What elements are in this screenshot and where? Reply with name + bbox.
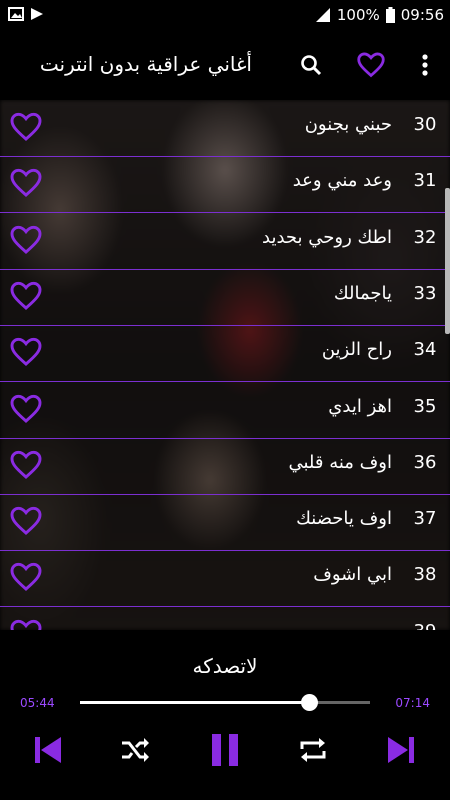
seek-progress [80, 701, 310, 704]
song-title: اوف ياحضنك [296, 508, 392, 529]
signal-icon [315, 8, 330, 22]
song-number: 32 [413, 227, 437, 248]
favorite-heart-icon[interactable] [10, 506, 42, 536]
shuffle-icon [122, 738, 149, 762]
list-scrollbar[interactable] [445, 188, 450, 334]
song-row[interactable]: ابي اشوف 38 [0, 550, 450, 607]
favorite-heart-icon[interactable] [10, 619, 42, 630]
shuffle-button[interactable] [115, 730, 155, 770]
song-number: 39 [410, 621, 440, 630]
favorite-heart-icon[interactable] [10, 112, 42, 142]
song-row[interactable]: ياجمالك 33 [0, 269, 450, 326]
song-row[interactable]: حبني بجنون 30 [0, 100, 450, 157]
favorite-heart-icon[interactable] [10, 450, 42, 480]
pause-button[interactable] [205, 730, 245, 770]
more-vert-icon [422, 54, 428, 76]
seek-bar[interactable] [80, 694, 370, 711]
song-number: 38 [413, 564, 437, 585]
song-number: 37 [413, 508, 437, 529]
search-icon [301, 55, 322, 76]
song-row[interactable]: اهز ايدي 35 [0, 382, 450, 439]
play-store-notification-icon [31, 8, 43, 20]
song-row[interactable]: اطك روحي بحديد 32 [0, 213, 450, 270]
player-panel: لاتصدكه 05:44 07:14 [0, 630, 450, 800]
song-number: 33 [413, 283, 437, 304]
song-number: 36 [413, 452, 437, 473]
song-row[interactable]: راح الزين 34 [0, 325, 450, 382]
status-bar: 100% 09:56 [0, 0, 450, 32]
battery-percent: 100% [336, 6, 380, 24]
seek-thumb[interactable] [301, 694, 319, 711]
clock: 09:56 [400, 6, 444, 24]
favorites-button[interactable] [356, 50, 386, 80]
page-title: أغاني عراقية بدون انترنت [39, 52, 252, 76]
image-notification-icon [8, 7, 24, 21]
song-title: ياجمالك [333, 283, 392, 304]
app-bar: أغاني عراقية بدون انترنت [0, 32, 450, 100]
favorite-heart-icon[interactable] [10, 562, 42, 592]
next-button[interactable] [381, 730, 421, 770]
elapsed-time: 05:44 [20, 696, 55, 710]
song-title: اطك روحي بحديد [262, 227, 392, 248]
song-title: وعد مني وعد [292, 170, 392, 191]
song-number: 34 [413, 339, 437, 360]
song-list[interactable]: حبني بجنون 30 وعد مني وعد 31 اطك روحي بح… [0, 100, 450, 630]
song-title: اوف منه قلبي [288, 452, 392, 473]
heart-outline-icon [357, 52, 385, 78]
next-icon [388, 737, 414, 763]
favorite-heart-icon[interactable] [10, 225, 42, 255]
song-row[interactable]: وعد مني وعد 31 [0, 156, 450, 213]
song-row[interactable]: 39 [0, 607, 450, 630]
song-row[interactable]: اوف ياحضنك 37 [0, 494, 450, 551]
more-options-button[interactable] [410, 50, 440, 80]
song-title: راح الزين [321, 339, 392, 360]
search-button[interactable] [296, 50, 326, 80]
favorite-heart-icon[interactable] [10, 281, 42, 311]
pause-icon [212, 734, 238, 766]
song-number: 30 [413, 114, 437, 135]
song-number: 31 [413, 170, 437, 191]
now-playing-title: لاتصدكه [192, 654, 258, 678]
previous-icon [35, 737, 61, 763]
repeat-button[interactable] [293, 730, 333, 770]
previous-button[interactable] [28, 730, 68, 770]
total-time: 07:14 [395, 696, 430, 710]
favorite-heart-icon[interactable] [10, 394, 42, 424]
favorite-heart-icon[interactable] [10, 337, 42, 367]
song-number: 35 [413, 396, 437, 417]
battery-icon [385, 7, 395, 23]
song-title: حبني بجنون [304, 114, 392, 135]
song-title: ابي اشوف [313, 564, 392, 585]
repeat-icon [300, 738, 326, 762]
favorite-heart-icon[interactable] [10, 168, 42, 198]
song-title: اهز ايدي [328, 396, 392, 417]
song-row[interactable]: اوف منه قلبي 36 [0, 438, 450, 495]
